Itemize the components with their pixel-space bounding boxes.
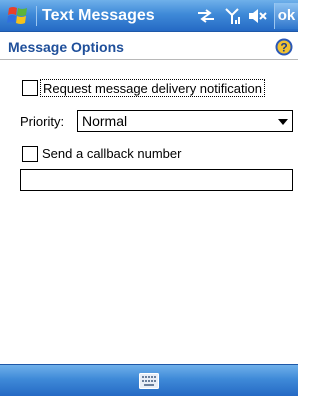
bottom-bar	[0, 364, 298, 396]
page-title: Message Options	[8, 39, 124, 55]
speaker-muted-icon[interactable]	[248, 8, 268, 24]
title-bar: Text Messages ok	[0, 0, 298, 32]
svg-text:?: ?	[280, 41, 287, 55]
title-separator	[36, 6, 37, 26]
ok-button[interactable]: ok	[274, 3, 298, 29]
delivery-notification-label[interactable]: Request message delivery notification	[40, 79, 265, 97]
connectivity-icon[interactable]	[196, 8, 216, 24]
callback-number-input[interactable]	[20, 169, 293, 191]
keyboard-icon[interactable]	[139, 373, 159, 389]
callback-number-checkbox[interactable]	[22, 146, 38, 162]
chevron-down-icon	[278, 119, 288, 125]
help-icon[interactable]: ?	[275, 38, 293, 56]
app-title: Text Messages	[42, 7, 155, 24]
signal-icon[interactable]	[224, 7, 242, 25]
priority-label: Priority:	[20, 114, 65, 129]
priority-value: Normal	[82, 113, 128, 129]
start-flag-icon[interactable]	[6, 5, 30, 27]
delivery-notification-checkbox[interactable]	[22, 80, 38, 96]
priority-select[interactable]: Normal	[77, 110, 293, 132]
screen: Text Messages ok Message Options ? Reque…	[0, 0, 298, 396]
callback-number-label[interactable]: Send a callback number	[42, 146, 181, 161]
page-header: Message Options ?	[0, 32, 298, 60]
